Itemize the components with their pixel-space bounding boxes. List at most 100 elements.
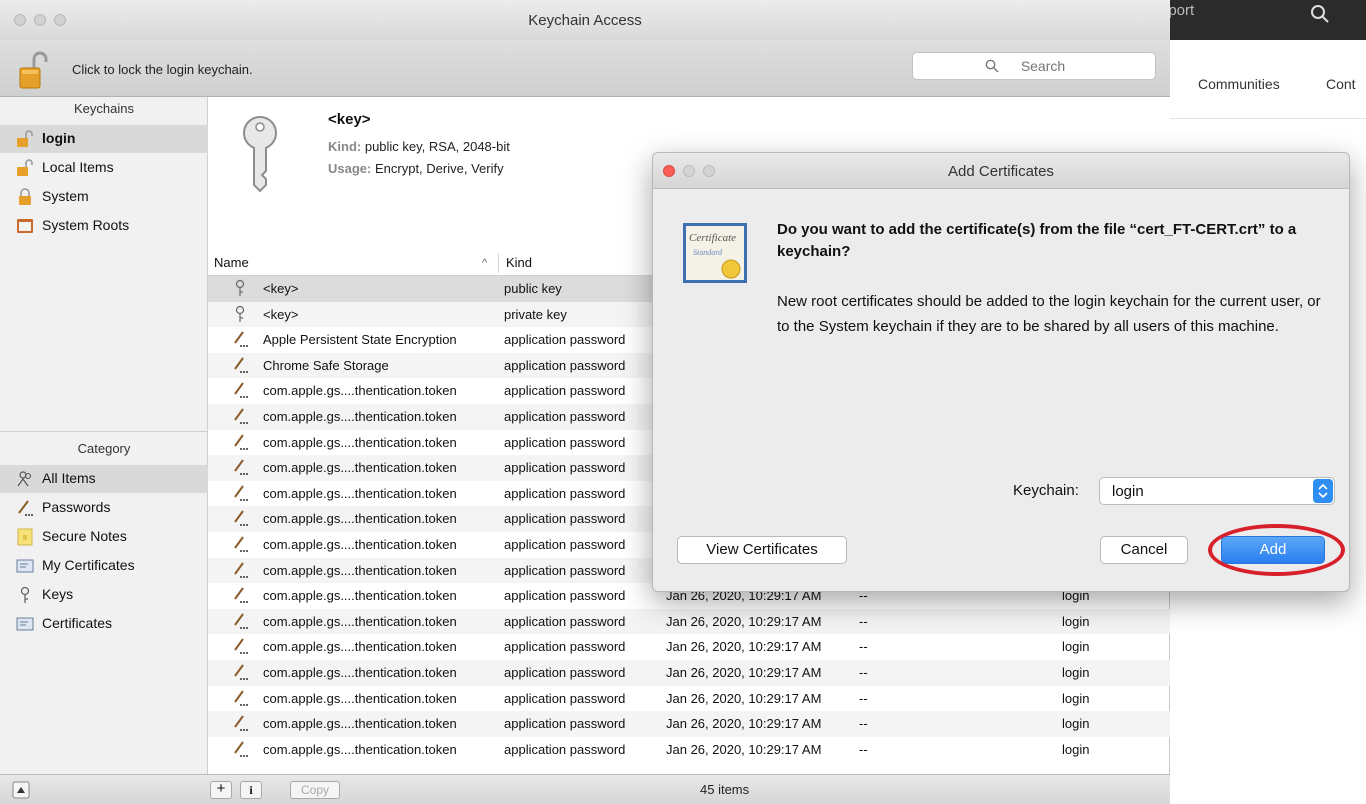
table-row[interactable]: com.apple.gs....thentication.token applic… <box>208 737 1170 763</box>
item-kind-row: Kind: public key, RSA, 2048-bit <box>328 139 510 154</box>
cell-name: com.apple.gs....thentication.token <box>263 511 457 527</box>
table-row[interactable]: com.apple.gs....thentication.token applic… <box>208 686 1170 712</box>
sidebar: Keychains login Local Items System Syste… <box>0 97 208 774</box>
pen-icon <box>18 500 33 516</box>
category-label: Certificates <box>42 615 113 631</box>
cell-kind: application password <box>504 511 626 527</box>
sidebar-item-system-roots[interactable]: System Roots <box>0 212 208 240</box>
cell-name: Apple Persistent State Encryption <box>263 332 457 348</box>
table-row[interactable]: com.apple.gs....thentication.token applic… <box>208 608 1170 635</box>
cell-keychain: login <box>1062 613 1090 629</box>
cell-name: com.apple.gs....thentication.token <box>263 639 457 655</box>
cell-kind: application password <box>504 383 626 399</box>
category-label: Secure Notes <box>42 528 127 544</box>
pen-icon <box>232 484 248 502</box>
category-label: Keys <box>42 586 74 602</box>
sort-ascending-icon[interactable]: ^ <box>482 257 487 269</box>
cell-date-modified: Jan 26, 2020, 10:29:17 AM <box>666 665 822 680</box>
cell-name: com.apple.gs....thentication.token <box>263 434 457 450</box>
certificate-icon <box>16 559 34 573</box>
key-icon <box>243 116 277 193</box>
dialog-title: Add Certificates <box>948 163 1054 180</box>
search-input[interactable] <box>913 53 1155 79</box>
cell-keychain: login <box>1062 716 1090 732</box>
locked-padlock-icon <box>19 188 31 205</box>
cell-name: com.apple.gs....thentication.token <box>263 613 457 629</box>
table-row[interactable]: com.apple.gs....thentication.token applic… <box>208 711 1170 737</box>
column-header-kind[interactable]: Kind <box>506 255 532 270</box>
category-label: All Items <box>42 470 96 486</box>
view-certificates-button[interactable]: View Certificates <box>677 536 847 564</box>
nav-contact[interactable]: Cont <box>1326 76 1356 92</box>
cell-kind: application password <box>504 613 626 629</box>
cell-kind: application password <box>504 460 626 476</box>
pen-icon <box>232 612 248 630</box>
nav-communities[interactable]: Communities <box>1198 76 1280 92</box>
dialog-message: New root certificates should be added to… <box>777 293 1321 335</box>
category-header: Category <box>77 441 131 456</box>
key-icon <box>232 305 248 323</box>
cell-kind: private key <box>504 306 567 322</box>
highlight-annotation-oval <box>1208 524 1345 576</box>
cell-name: com.apple.gs....thentication.token <box>263 460 457 476</box>
cell-kind: application password <box>504 665 626 680</box>
cancel-button[interactable]: Cancel <box>1100 536 1188 564</box>
background-topbar: pport <box>1160 0 1366 40</box>
cell-name: com.apple.gs....thentication.token <box>263 383 457 399</box>
unlocked-padlock-icon[interactable] <box>18 50 48 90</box>
table-row[interactable]: com.apple.gs....thentication.token applic… <box>208 634 1170 660</box>
cell-name: com.apple.gs....thentication.token <box>263 537 457 552</box>
pen-icon <box>232 535 248 553</box>
sidebar-item-system[interactable]: System <box>0 183 208 211</box>
sidebar-item-label: System <box>42 188 89 204</box>
sidebar-item-local-items[interactable]: Local Items <box>0 154 208 182</box>
keychain-select[interactable]: login <box>1099 477 1335 505</box>
column-separator[interactable] <box>498 253 499 273</box>
category-certificates[interactable]: Certificates <box>0 610 208 638</box>
get-info-button[interactable]: i <box>240 781 262 799</box>
column-header-name[interactable]: Name <box>214 255 249 270</box>
sidebar-item-login[interactable]: login <box>0 125 208 153</box>
bottom-bar: + i Copy 45 items <box>0 774 1170 804</box>
dialog-titlebar: Add Certificates <box>653 153 1349 189</box>
pen-icon <box>232 714 248 732</box>
pen-icon <box>232 330 248 348</box>
cell-kind: application password <box>504 434 626 450</box>
cell-name: Chrome Safe Storage <box>263 357 389 373</box>
cell-expires: -- <box>859 639 868 655</box>
table-row[interactable]: com.apple.gs....thentication.token applic… <box>208 660 1170 686</box>
magnifier-icon <box>985 59 999 73</box>
cell-name: com.apple.gs....thentication.token <box>263 588 457 604</box>
window-titlebar: Keychain Access <box>0 0 1170 40</box>
copy-button[interactable]: Copy <box>290 781 340 799</box>
certificate-icon: Certificate Standard <box>683 223 747 283</box>
cell-kind: application password <box>504 741 626 757</box>
sidebar-divider <box>0 431 208 432</box>
cell-kind: application password <box>504 588 626 604</box>
certificate-icon-text: Certificate <box>689 232 736 244</box>
sidebar-item-label: Local Items <box>42 159 114 175</box>
cell-kind: application password <box>504 332 626 348</box>
folder-cabinet-icon <box>17 219 33 233</box>
category-all-items[interactable]: All Items <box>0 465 208 493</box>
search-field[interactable] <box>912 52 1156 80</box>
kind-label: Kind: <box>328 139 362 154</box>
cell-date-modified: Jan 26, 2020, 10:29:17 AM <box>666 741 822 757</box>
show-keychains-icon[interactable] <box>12 781 30 799</box>
category-secure-notes[interactable]: Secure Notes <box>0 523 208 551</box>
cell-expires: -- <box>859 741 868 757</box>
pen-icon <box>232 740 248 758</box>
keychains-header: Keychains <box>74 101 134 116</box>
cell-kind: application password <box>504 639 626 655</box>
category-my-certificates[interactable]: My Certificates <box>0 552 208 580</box>
pen-icon <box>232 433 248 451</box>
add-item-button[interactable]: + <box>210 781 232 799</box>
cell-date-modified: Jan 26, 2020, 10:29:17 AM <box>666 639 822 655</box>
unlocked-padlock-icon <box>17 159 33 176</box>
category-keys[interactable]: Keys <box>0 581 208 609</box>
search-icon[interactable] <box>1310 4 1330 24</box>
certificate-icon-subtext: Standard <box>693 248 723 257</box>
category-passwords[interactable]: Passwords <box>0 494 208 522</box>
pen-icon <box>232 689 248 707</box>
pen-icon <box>232 561 248 579</box>
